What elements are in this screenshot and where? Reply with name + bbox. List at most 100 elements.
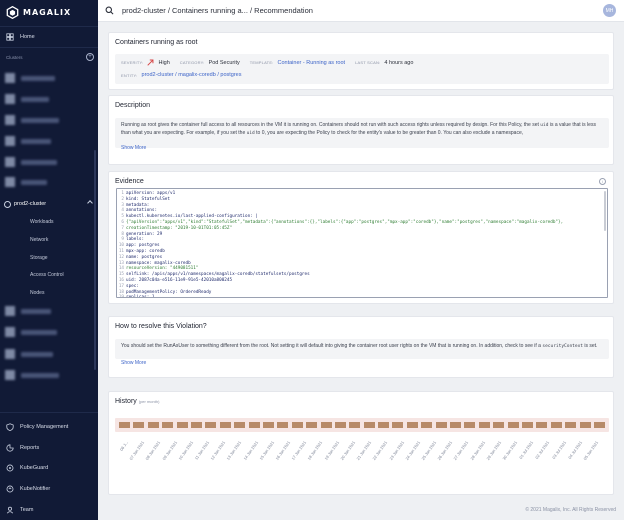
history-cell[interactable] — [190, 422, 202, 428]
code-scrollbar[interactable] — [604, 191, 606, 231]
line-number: 19 — [118, 295, 124, 298]
info-icon[interactable]: i — [599, 178, 606, 185]
description-show-more-link[interactable]: Show More — [121, 145, 146, 151]
sidebar-item-workloads[interactable]: Workloads — [30, 219, 54, 225]
history-cell[interactable] — [262, 422, 274, 428]
sidebar-item-home[interactable]: Home — [6, 32, 35, 42]
add-cluster-icon[interactable]: + — [86, 53, 94, 61]
brand-name: MAGALIX — [23, 7, 72, 17]
description-title: Description — [115, 102, 151, 109]
history-cell[interactable] — [493, 422, 505, 428]
sidebar-scrollbar[interactable] — [94, 150, 96, 370]
entity-label: ENTITY: — [121, 72, 138, 78]
sidebar-item-label: Reports — [20, 445, 40, 451]
history-cell[interactable] — [478, 422, 490, 428]
code-line: 19 replicas: 1 — [117, 295, 155, 298]
severity-label: SEVERITY: — [121, 60, 144, 65]
history-cell[interactable] — [234, 422, 246, 428]
active-cluster-name: prod2-cluster — [14, 201, 47, 207]
history-cell[interactable] — [579, 422, 591, 428]
sidebar-item-access-control[interactable]: Access Control — [30, 272, 64, 278]
history-cell[interactable] — [450, 422, 462, 428]
team-icon — [6, 506, 14, 514]
history-cell[interactable] — [550, 422, 562, 428]
cluster-item[interactable] — [5, 349, 89, 359]
summary-panel: Containers running as root SEVERITY: Hig… — [108, 32, 614, 90]
history-cell[interactable] — [291, 422, 303, 428]
cluster-item[interactable] — [5, 370, 89, 380]
divider — [0, 26, 98, 27]
history-cell[interactable] — [594, 422, 605, 428]
history-cell[interactable] — [522, 422, 534, 428]
history-cell[interactable] — [147, 422, 159, 428]
clusters-section-label: Clusters — [6, 55, 23, 60]
history-cell[interactable] — [378, 422, 390, 428]
history-cell[interactable] — [406, 422, 418, 428]
history-cell[interactable] — [464, 422, 476, 428]
history-cell[interactable] — [435, 422, 447, 428]
history-cell[interactable] — [349, 422, 361, 428]
history-cell[interactable] — [306, 422, 318, 428]
history-cell[interactable] — [320, 422, 332, 428]
cluster-item[interactable] — [5, 73, 89, 83]
sidebar-item-network[interactable]: Network — [30, 237, 48, 243]
entity-link[interactable]: prod2-cluster / magalix-coredb / postgre… — [142, 72, 242, 78]
sidebar-item-storage[interactable]: Storage — [30, 255, 48, 261]
history-title: History (per month) — [115, 398, 159, 405]
history-cell[interactable] — [392, 422, 404, 428]
cluster-item[interactable] — [5, 94, 89, 104]
sidebar-item-nodes[interactable]: Nodes — [30, 290, 44, 296]
search-icon[interactable] — [105, 6, 114, 15]
resolve-show-more-link[interactable]: Show More — [121, 360, 146, 366]
sidebar-item-reports[interactable]: Reports — [6, 443, 39, 453]
chevron-up-icon[interactable] — [87, 200, 93, 206]
history-cell[interactable] — [334, 422, 346, 428]
resolve-text-part: is set. — [583, 343, 598, 349]
evidence-code-block[interactable]: 1 apiVersion: apps/v1 2 kind: StatefulSet 3 m… — [116, 188, 608, 298]
cluster-item[interactable] — [5, 306, 89, 316]
sidebar-item-policy-management[interactable]: Policy Management — [6, 422, 68, 432]
history-cell[interactable] — [162, 422, 174, 428]
cluster-item[interactable] — [5, 115, 89, 125]
history-cell[interactable] — [219, 422, 231, 428]
magalix-logo-icon — [6, 5, 19, 19]
cluster-item[interactable] — [5, 157, 89, 167]
cluster-item-active[interactable]: prod2-cluster — [4, 198, 96, 210]
history-cell[interactable] — [133, 422, 145, 428]
history-cell[interactable] — [421, 422, 433, 428]
cluster-item[interactable] — [5, 327, 89, 337]
history-cell[interactable] — [248, 422, 260, 428]
history-cell[interactable] — [119, 422, 130, 428]
history-subtitle: (per month) — [138, 399, 160, 404]
page-title: Containers running as root — [115, 39, 198, 46]
brand-logo[interactable]: MAGALIX — [6, 5, 71, 19]
metadata-box: SEVERITY: High CATEGORY: Pod Security TE… — [115, 54, 609, 84]
history-cell[interactable] — [565, 422, 577, 428]
history-cell[interactable] — [176, 422, 188, 428]
history-title-text: History — [115, 398, 137, 405]
history-cell[interactable] — [507, 422, 519, 428]
history-cell[interactable] — [363, 422, 375, 428]
template-link[interactable]: Container - Running as root — [278, 60, 346, 66]
sidebar-item-kubeguard[interactable]: KubeGuard — [6, 463, 48, 473]
avatar[interactable]: MH — [603, 4, 616, 17]
breadcrumb[interactable]: prod2-cluster / Containers running a... … — [122, 6, 313, 15]
history-cell[interactable] — [536, 422, 548, 428]
divider — [0, 412, 98, 413]
sidebar-item-kubenotifier[interactable]: KubeNotifier — [6, 484, 50, 494]
description-text-part: Running as root gives the container full… — [121, 122, 541, 128]
main-content: Containers running as root SEVERITY: Hig… — [98, 22, 624, 520]
sidebar-item-label: KubeNotifier — [20, 486, 51, 492]
home-icon — [6, 33, 14, 41]
resolve-panel: How to resolve this Violation? You shoul… — [108, 316, 614, 378]
top-bar: prod2-cluster / Containers running a... … — [98, 0, 624, 22]
cluster-item[interactable] — [5, 177, 89, 187]
sidebar-item-team[interactable]: Team — [6, 505, 33, 515]
metadata-row: SEVERITY: High CATEGORY: Pod Security TE… — [121, 59, 413, 66]
history-cell[interactable] — [205, 422, 217, 428]
cluster-item[interactable] — [5, 136, 89, 146]
history-cell[interactable] — [277, 422, 289, 428]
inline-code: uid — [246, 130, 255, 136]
code-text: replicas: 1 — [126, 295, 155, 298]
shield-icon — [6, 423, 14, 431]
